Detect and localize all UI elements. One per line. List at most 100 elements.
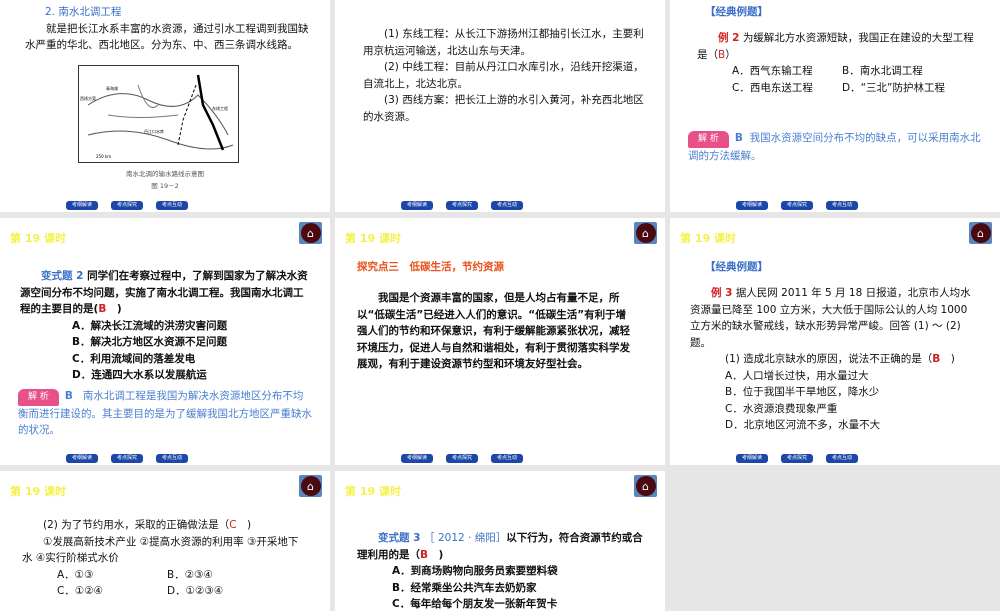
option: D．“三北”防护林工程 — [842, 81, 945, 94]
question-end: ) — [106, 303, 122, 315]
example-label: 例 2 — [718, 32, 740, 44]
sub-question: (2) 为了节约用水，采取的正确做法是（ — [43, 519, 230, 531]
option: C．每年给每个朋友发一张新年贺卡 — [392, 598, 558, 610]
nav-button-3[interactable]: 考点互动 — [156, 454, 188, 463]
caption-text: 南水北调的输水路线示意图 — [126, 170, 204, 178]
route-item: (2) 中线工程：目前从丹江口水库引水，沿线开挖渠道，自流北上，北达北京。 — [363, 61, 644, 90]
slide-1[interactable]: 2. 南水北调工程 就是把长江水系丰富的水资源，通过引水工程调到我国缺水严重的华… — [0, 0, 330, 212]
nav-button-2[interactable]: 考点探究 — [781, 201, 813, 210]
section-label: 【经典例题】 — [705, 6, 768, 18]
map-label: 西线方案 — [80, 95, 96, 101]
question: (2) 为了节约用水，采取的正确做法是（C ) ①发展高新技术产业 ②提高水资源… — [22, 517, 307, 600]
nav-button-3[interactable]: 考点互动 — [491, 454, 523, 463]
home-icon: ⌂ — [635, 476, 656, 496]
option: A．①③ — [57, 568, 94, 581]
lesson-header: 第 19 课时 — [680, 232, 736, 245]
home-button[interactable]: ⌂ — [299, 222, 322, 244]
option: C．利用流域间的落差发电 — [72, 352, 196, 365]
map-label: 东线工程 — [212, 105, 228, 111]
nav-buttons: 考纲解读 考点探究 考点互动 — [401, 201, 523, 210]
slide-7[interactable]: 第 19 课时 ⌂ (2) 为了节约用水，采取的正确做法是（C ) ①发展高新技… — [0, 471, 330, 611]
question: 例 3 据人民网 2011 年 5 月 18 日报道，北京市人均水资源量已降至 … — [690, 285, 980, 434]
slide-4[interactable]: 第 19 课时 ⌂ 变式题 2 同学们在考察过程中，了解到国家为了解决水资源空间… — [0, 218, 330, 465]
map-label: 青海湖 — [106, 85, 118, 91]
question-end: ） — [725, 48, 736, 61]
map-label: 250 km — [96, 154, 111, 159]
option: D．北京地区河流不多，水量不大 — [725, 419, 881, 431]
source: ［ 2012 · 绵阳］ — [424, 532, 507, 544]
slide-5[interactable]: 第 19 课时 ⌂ 探究点三 低碳生活，节约资源 我国是个资源丰富的国家，但是人… — [335, 218, 665, 465]
sub-question: (1) 造成北京缺水的原因，说法不正确的是（ — [725, 353, 933, 365]
map-label: 丹江口水库 — [144, 128, 164, 134]
home-button[interactable]: ⌂ — [969, 222, 992, 244]
option: B．南水北调工程 — [842, 65, 923, 77]
nav-button-1[interactable]: 考纲解读 — [66, 201, 98, 210]
nav-button-2[interactable]: 考点探究 — [446, 454, 478, 463]
slide-3[interactable]: 【经典例题】 例 2 为缓解北方水资源短缺，我国正在建设的大型工程是（B） A．… — [670, 0, 1000, 212]
analysis: 解 析 B 我国水资源空间分布不均的缺点，可以采用南水北调的方法缓解。 — [688, 130, 983, 164]
section-label: 【经典例题】 — [705, 261, 768, 273]
lesson-header: 第 19 课时 — [345, 232, 401, 245]
route-item: (1) 东线工程：从长江下游扬州江都抽引长江水，主要利用京杭运河输送，北达山东与… — [363, 28, 644, 57]
variant-label: 变式题 2 — [41, 270, 84, 282]
home-button[interactable]: ⌂ — [634, 475, 657, 497]
nav-button-1[interactable]: 考纲解读 — [736, 454, 768, 463]
nav-button-1[interactable]: 考纲解读 — [66, 454, 98, 463]
option: B．位于我国半干旱地区，降水少 — [725, 386, 880, 398]
question: 变式题 3 ［ 2012 · 绵阳］以下行为，符合资源节约或合理利用的是（B )… — [357, 530, 647, 611]
section-title: 探究点三 低碳生活，节约资源 — [357, 261, 504, 273]
option: B．②③④ — [167, 568, 213, 581]
nav-buttons: 考纲解读 考点探究 考点互动 — [736, 201, 858, 210]
nav-button-1[interactable]: 考纲解读 — [401, 454, 433, 463]
question: 变式题 2 同学们在考察过程中，了解到国家为了解决水资源空间分布不均问题，实施了… — [20, 268, 310, 384]
option: A．西气东输工程 — [732, 65, 813, 77]
analysis-key: B — [734, 132, 743, 144]
home-icon: ⌂ — [970, 223, 991, 243]
home-icon: ⌂ — [635, 223, 656, 243]
route-item: (3) 西线方案：把长江上游的水引入黄河，补充西北地区的水资源。 — [363, 94, 644, 123]
nav-button-3[interactable]: 考点互动 — [156, 201, 188, 210]
nav-button-3[interactable]: 考点互动 — [826, 201, 858, 210]
option: A．人口增长过快，用水量过大 — [725, 369, 869, 382]
section-title: 2. 南水北调工程 — [45, 6, 122, 18]
nav-button-1[interactable]: 考纲解读 — [736, 201, 768, 210]
question-stem: ①发展高新技术产业 ②提高水资源的利用率 ③开采地下水 ④实行阶梯式水价 — [22, 535, 299, 565]
lesson-header: 第 19 课时 — [10, 485, 66, 498]
variant-label: 变式题 3 — [378, 532, 421, 544]
home-button[interactable]: ⌂ — [634, 222, 657, 244]
analysis-badge: 解 析 — [688, 131, 729, 148]
option: C．水资源浪费现象严重 — [725, 402, 838, 415]
question: 例 2 为缓解北方水资源短缺，我国正在建设的大型工程是（B） A．西气东输工程 … — [697, 30, 977, 96]
slide-6[interactable]: 第 19 课时 ⌂ 【经典例题】 例 3 据人民网 2011 年 5 月 18 … — [670, 218, 1000, 465]
option: A．解决长江流域的洪涝灾害问题 — [72, 319, 228, 332]
example-label: 例 3 — [711, 287, 733, 299]
nav-button-2[interactable]: 考点探究 — [111, 454, 143, 463]
slide-2[interactable]: (1) 东线工程：从长江下游扬州江都抽引长江水，主要利用京杭运河输送，北达山东与… — [335, 0, 665, 212]
nav-button-2[interactable]: 考点探究 — [446, 201, 478, 210]
option: C．西电东送工程 — [732, 81, 813, 94]
figure-number: 图 19－2 — [151, 182, 179, 190]
nav-button-1[interactable]: 考纲解读 — [401, 201, 433, 210]
slide-8[interactable]: 第 19 课时 ⌂ 变式题 3 ［ 2012 · 绵阳］以下行为，符合资源节约或… — [335, 471, 665, 611]
nav-button-3[interactable]: 考点互动 — [826, 454, 858, 463]
lesson-header: 第 19 课时 — [10, 232, 66, 245]
option: A．到商场购物向服务员索要塑料袋 — [392, 565, 558, 577]
home-icon: ⌂ — [300, 223, 321, 243]
option: C．①②④ — [57, 585, 104, 597]
option: B．经常乘坐公共汽车去奶奶家 — [392, 581, 537, 594]
nav-buttons: 考纲解读 考点探究 考点互动 — [66, 201, 188, 210]
analysis-text: 南水北调工程是我国为解决水资源地区分布不均衡而进行建设的。其主要目的是为了缓解我… — [18, 390, 312, 436]
nav-button-3[interactable]: 考点互动 — [491, 201, 523, 210]
option: D．①②③④ — [167, 585, 224, 597]
nav-button-2[interactable]: 考点探究 — [781, 454, 813, 463]
slide-content: (1) 东线工程：从长江下游扬州江都抽引长江水，主要利用京杭运河输送，北达山东与… — [363, 26, 645, 125]
paragraph: 我国是个资源丰富的国家，但是人均占有量不足，所以“低碳生活”已经进入人们的意识。… — [357, 292, 630, 370]
question-text: 为缓解北方水资源短缺，我国正在建设的大型工程是（ — [697, 32, 974, 61]
water-route-map: 青海湖 西线方案 丹江口水库 东线工程 250 km — [78, 65, 239, 163]
nav-button-2[interactable]: 考点探究 — [111, 201, 143, 210]
option: D．连通四大水系以发展航运 — [72, 369, 207, 381]
sub-question-end: ) — [940, 353, 955, 365]
lesson-header: 第 19 课时 — [345, 485, 401, 498]
option: B．解决北方地区水资源不足问题 — [72, 336, 228, 348]
home-button[interactable]: ⌂ — [299, 475, 322, 497]
